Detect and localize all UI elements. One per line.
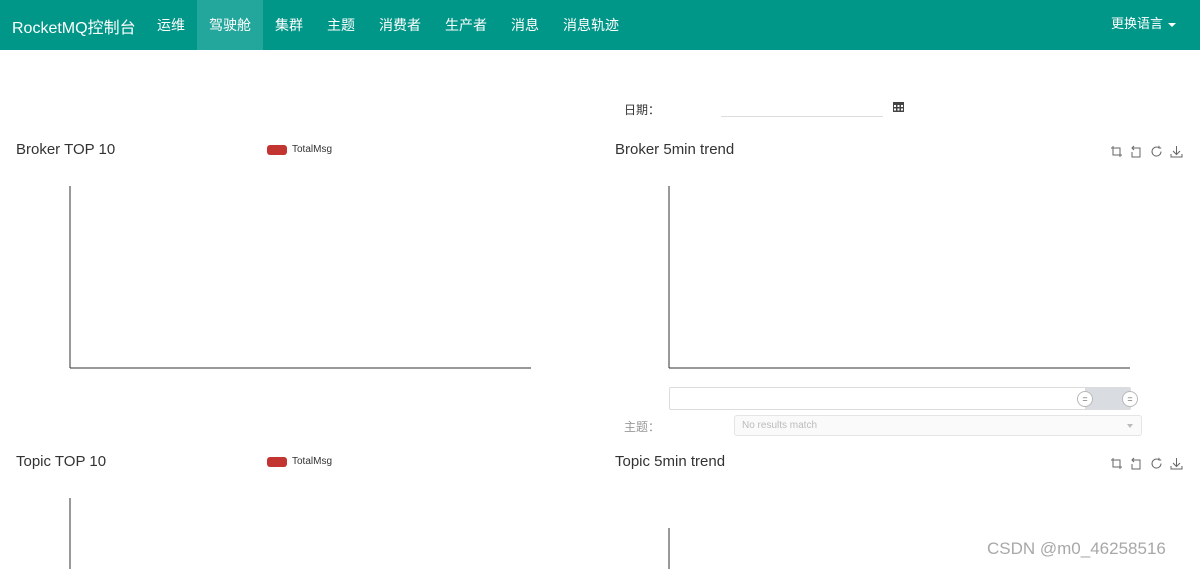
nav-item-ops[interactable]: 运维: [145, 0, 197, 50]
topic-top10-legend[interactable]: TotalMsg: [267, 456, 332, 467]
csdn-watermark: CSDN @m0_46258516: [987, 539, 1166, 558]
nav-item-consumer[interactable]: 消费者: [367, 0, 433, 50]
nav-item-cluster[interactable]: 集群: [263, 0, 315, 50]
date-label: 日期：: [624, 103, 661, 117]
zoom-handle-left[interactable]: =: [1077, 391, 1093, 407]
legend-label: TotalMsg: [292, 144, 333, 155]
topic-label: 主题：: [624, 420, 661, 434]
data-zoom-slider[interactable]: = =: [669, 387, 1138, 410]
legend-label: TotalMsg: [292, 456, 333, 467]
topic-top10-chart: [69, 498, 71, 569]
legend-swatch: [267, 456, 287, 467]
broker-top10-legend[interactable]: TotalMsg: [267, 144, 332, 155]
broker-trend-toolbox: [1110, 145, 1183, 158]
calendar-icon[interactable]: [893, 99, 904, 112]
caret-down-icon: [1168, 22, 1176, 27]
top-navbar: RocketMQ控制台 运维 驾驶舱 集群 主题 消费者 生产者 消息 消息轨迹…: [0, 0, 1200, 50]
broker-trend-title: Broker 5min trend: [615, 141, 735, 158]
nav-menu: 运维 驾驶舱 集群 主题 消费者 生产者 消息 消息轨迹: [145, 0, 631, 50]
broker-top10-chart: [69, 186, 531, 369]
legend-swatch: [267, 144, 287, 155]
broker-top10-title: Broker TOP 10: [16, 141, 116, 158]
topic-select[interactable]: No results match: [734, 415, 1142, 436]
download-icon[interactable]: [1170, 457, 1183, 470]
zoom-reset-icon[interactable]: [1130, 457, 1143, 470]
zoom-icon[interactable]: [1110, 457, 1123, 470]
topic-trend-toolbox: [1110, 457, 1183, 470]
nav-item-message[interactable]: 消息: [499, 0, 551, 50]
download-icon[interactable]: [1170, 145, 1183, 158]
topic-select-placeholder: No results match: [742, 420, 818, 431]
nav-item-message-trace[interactable]: 消息轨迹: [551, 0, 631, 50]
chevron-down-icon: [1127, 424, 1133, 428]
zoom-handle-right[interactable]: =: [1122, 391, 1138, 407]
language-label: 更换语言: [1110, 16, 1163, 31]
date-input[interactable]: [721, 96, 883, 117]
zoom-icon[interactable]: [1110, 145, 1123, 158]
language-dropdown[interactable]: 更换语言: [1111, 0, 1176, 50]
zoom-reset-icon[interactable]: [1130, 145, 1143, 158]
restore-icon[interactable]: [1150, 457, 1163, 470]
topic-trend-title: Topic 5min trend: [615, 453, 726, 470]
restore-icon[interactable]: [1150, 145, 1163, 158]
brand-logo[interactable]: RocketMQ控制台: [12, 14, 136, 38]
broker-trend-chart: [668, 186, 1130, 369]
nav-item-dashboard[interactable]: 驾驶舱: [197, 0, 263, 50]
nav-item-producer[interactable]: 生产者: [433, 0, 499, 50]
topic-top10-title: Topic TOP 10: [16, 453, 107, 470]
nav-item-topic[interactable]: 主题: [315, 0, 367, 50]
